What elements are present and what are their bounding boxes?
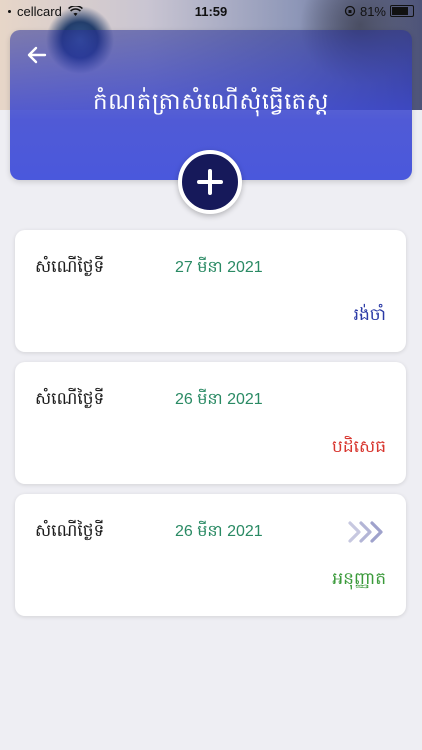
request-card-3[interactable]: សំណើថ្ងៃទី 26 មីនា 2021 អនុញ្ញាត (15, 494, 406, 616)
request-label: សំណើថ្ងៃទី (35, 389, 105, 409)
arrow-left-icon (27, 46, 47, 64)
add-request-button[interactable] (178, 150, 242, 214)
wifi-icon (67, 5, 83, 16)
status-right: 81% (344, 4, 422, 19)
request-date: 26 មីនា 2021 (175, 523, 263, 540)
status-bar: cellcard 11:59 81% (0, 0, 422, 22)
request-date: 27 មីនា 2021 (175, 259, 263, 276)
status-rejected: បដិសេធ (332, 437, 386, 457)
status-pending: រង់ចាំ (353, 305, 386, 325)
battery-icon (390, 5, 414, 17)
back-button[interactable] (22, 40, 52, 70)
carrier-name: cellcard (17, 3, 62, 19)
page-title: កំណត់ត្រាសំណើសុំធ្វើតេស្ត (93, 89, 329, 115)
orientation-lock-icon (344, 5, 356, 17)
status-approved: អនុញ្ញាត (332, 569, 386, 589)
signal-icon (8, 9, 11, 13)
plus-icon (197, 169, 223, 195)
request-label: សំណើថ្ងៃទី (35, 521, 105, 541)
status-left: cellcard (0, 4, 83, 19)
request-label: សំណើថ្ងៃទី (35, 257, 105, 277)
request-card-2[interactable]: សំណើថ្ងៃទី 26 មីនា 2021 បដិសេធ (15, 362, 406, 484)
request-card-1[interactable]: សំណើថ្ងៃទី 27 មីនា 2021 រង់ចាំ (15, 230, 406, 352)
battery-percent: 81% (359, 3, 386, 19)
triple-chevron-right-icon (348, 520, 386, 548)
request-date: 26 មីនា 2021 (175, 391, 263, 408)
